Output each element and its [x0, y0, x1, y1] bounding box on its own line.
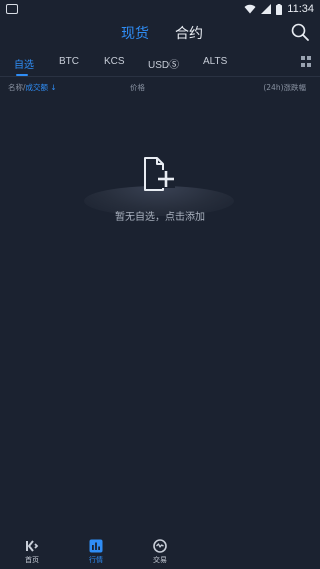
- battery-icon: [276, 3, 283, 15]
- tab-alts[interactable]: ALTS: [203, 56, 227, 67]
- search-icon[interactable]: [290, 22, 310, 42]
- grid-view-icon[interactable]: [301, 56, 312, 67]
- exchange-icon: [153, 539, 167, 553]
- sort-arrow-icon: ↓: [50, 83, 57, 92]
- nav-item-home[interactable]: 首页: [12, 539, 52, 565]
- kucoin-logo-icon: [26, 540, 39, 552]
- nav-label-market: 行情: [89, 556, 103, 564]
- tab-contract[interactable]: 合约: [175, 23, 203, 43]
- bar-chart-icon: [89, 539, 103, 553]
- column-price[interactable]: 价格: [130, 82, 145, 93]
- add-document-icon[interactable]: [142, 154, 178, 194]
- wifi-icon: [244, 4, 256, 14]
- tab-usds[interactable]: USDⓈ: [148, 56, 179, 71]
- column-change[interactable]: (24h)涨跌幅: [263, 82, 306, 93]
- tab-btc[interactable]: BTC: [59, 56, 79, 67]
- tab-spot[interactable]: 现货: [121, 23, 149, 43]
- nav-label-trade: 交易: [153, 556, 167, 564]
- column-name-label: 名称/: [8, 83, 26, 92]
- status-right: 11:34: [244, 2, 314, 16]
- tab-favorites[interactable]: 自选: [14, 56, 34, 71]
- nav-item-market[interactable]: 行情: [76, 539, 116, 565]
- status-bar: 11:34: [0, 0, 320, 18]
- signal-icon: [261, 4, 272, 14]
- bottom-nav: 首页 行情 交易: [0, 535, 320, 569]
- column-name[interactable]: 名称/成交额 ↓: [8, 82, 57, 93]
- nav-item-trade[interactable]: 交易: [140, 539, 180, 565]
- empty-message[interactable]: 暂无自选，点击添加: [0, 208, 320, 223]
- status-time: 11:34: [287, 3, 314, 15]
- empty-state[interactable]: 暂无自选，点击添加: [0, 150, 320, 230]
- notification-icon: [6, 4, 18, 14]
- top-tabs: 现货 合约: [0, 20, 320, 46]
- column-header: 名称/成交额 ↓ 价格 (24h)涨跌幅: [0, 82, 320, 94]
- column-sort-volume[interactable]: 成交额: [26, 83, 49, 92]
- divider: [0, 76, 320, 77]
- nav-label-home: 首页: [25, 556, 39, 564]
- market-tabs: 自选 BTC KCS USDⓈ ALTS: [0, 50, 320, 78]
- tab-kcs[interactable]: KCS: [104, 56, 125, 67]
